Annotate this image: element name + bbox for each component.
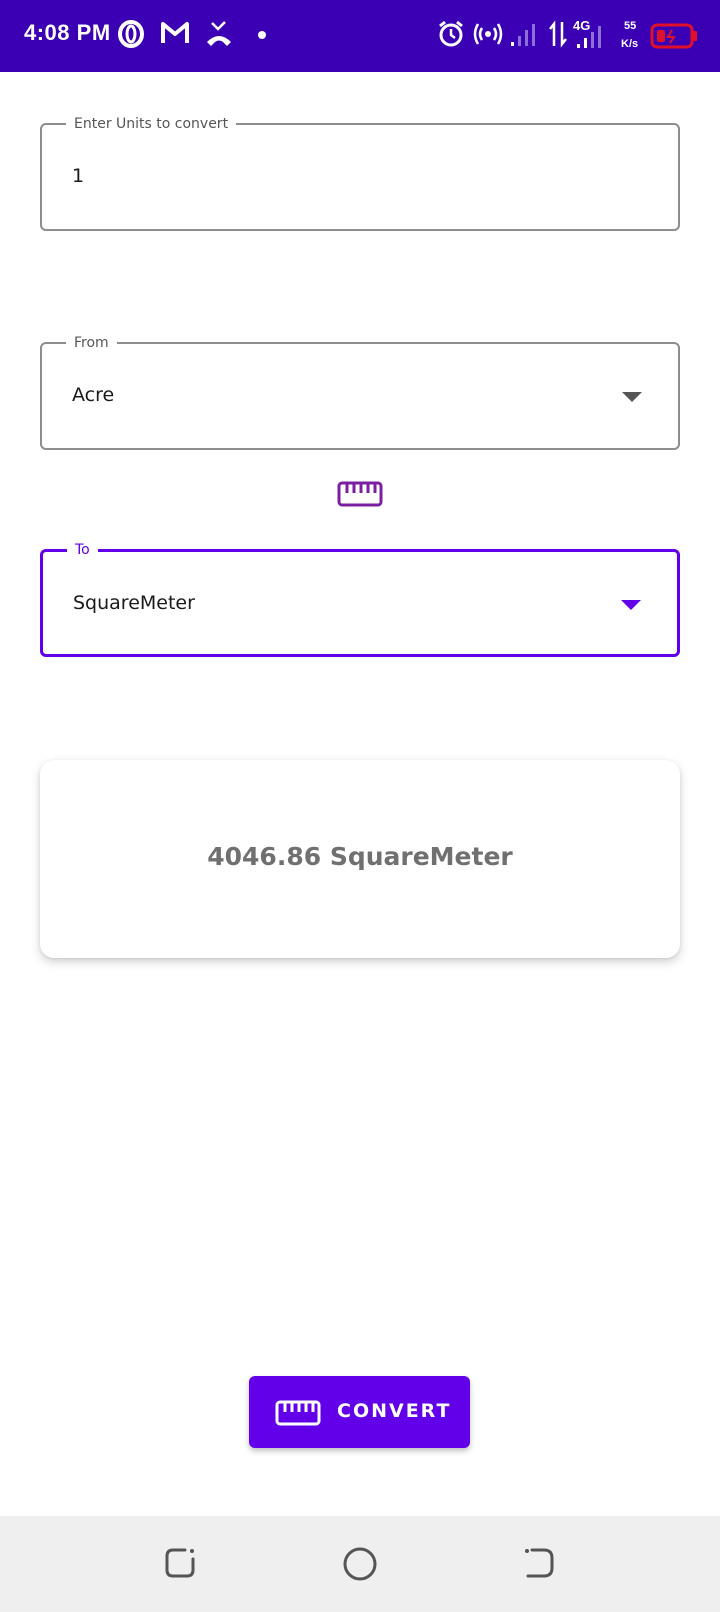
to-unit-value: SquareMeter xyxy=(73,592,195,614)
back-icon[interactable] xyxy=(522,1546,556,1580)
to-unit-dropdown[interactable]: To SquareMeter xyxy=(40,540,680,657)
recents-icon[interactable] xyxy=(163,1546,197,1580)
ruler-icon[interactable] xyxy=(337,481,383,507)
dropdown-arrow-icon[interactable] xyxy=(621,600,641,610)
from-unit-value: Acre xyxy=(72,384,115,406)
data-arrows-icon xyxy=(549,20,567,48)
hotspot-icon xyxy=(473,23,503,45)
signal-4g-icon xyxy=(577,26,601,48)
from-unit-label: From xyxy=(66,333,117,353)
dot-icon xyxy=(258,31,266,39)
status-time: 4:08 PM xyxy=(24,20,111,45)
opera-icon xyxy=(118,20,144,48)
units-input-label: Enter Units to convert xyxy=(66,114,237,134)
speed-value: 55 xyxy=(624,20,637,32)
navigation-bar xyxy=(0,1516,720,1612)
result-text: 4046.86 SquareMeter xyxy=(207,842,513,871)
dropdown-arrow-icon[interactable] xyxy=(622,392,642,402)
battery-low-icon xyxy=(650,23,697,49)
home-icon[interactable] xyxy=(342,1546,378,1582)
convert-button-label: CONVERT xyxy=(337,1400,452,1422)
to-unit-label: To xyxy=(67,540,98,560)
speed-unit: K/s xyxy=(621,38,639,50)
ruler-icon xyxy=(275,1400,321,1426)
result-card: 4046.86 SquareMeter xyxy=(40,760,680,958)
from-unit-dropdown[interactable]: From Acre xyxy=(40,333,680,450)
units-input-value[interactable]: 1 xyxy=(72,165,84,187)
missed-call-icon xyxy=(207,21,231,46)
alarm-icon xyxy=(439,20,463,47)
gmail-icon xyxy=(161,22,189,43)
status-bar: 4:08 PM 4G 55 K/s xyxy=(0,0,720,72)
units-input-field[interactable]: Enter Units to convert 1 xyxy=(40,114,680,231)
signal-icon xyxy=(511,24,535,46)
convert-button[interactable]: CONVERT xyxy=(249,1376,470,1448)
